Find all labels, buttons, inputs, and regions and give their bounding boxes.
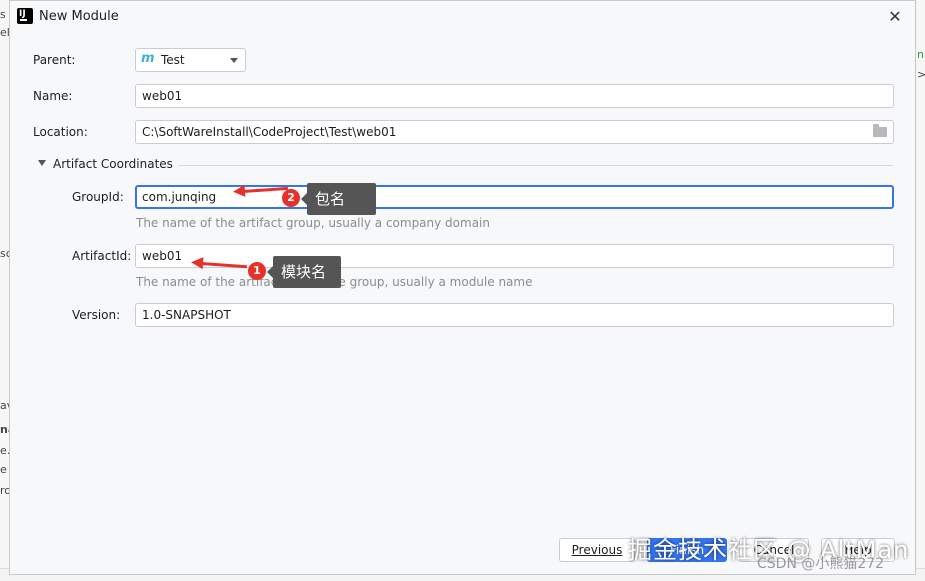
annotation-badge-2: 2: [282, 189, 300, 207]
groupid-label: GroupId:: [72, 190, 124, 204]
annotation-callout-1: 模块名: [267, 256, 341, 288]
artifactid-input[interactable]: web01: [135, 244, 894, 268]
chevron-down-icon: [230, 58, 238, 63]
location-label: Location:: [33, 125, 88, 139]
section-title[interactable]: Artifact Coordinates: [53, 157, 173, 171]
parent-label: Parent:: [33, 53, 76, 67]
version-label: Version:: [72, 308, 121, 322]
bg-text-fragment: s: [0, 8, 6, 21]
previous-button[interactable]: Previous: [559, 538, 635, 562]
version-input[interactable]: 1.0-SNAPSHOT: [135, 303, 894, 327]
bg-text-fragment: n: [917, 48, 924, 61]
artifactid-label: ArtifactId:: [72, 249, 132, 263]
parent-select[interactable]: m Test: [135, 48, 246, 72]
intellij-icon: IJ: [17, 8, 33, 24]
close-icon[interactable]: ✕: [884, 6, 906, 28]
dialog-titlebar: IJ New Module ✕: [10, 1, 915, 33]
parent-value: Test: [161, 53, 185, 67]
section-divider: [178, 165, 893, 166]
groupid-hint: The name of the artifact group, usually …: [136, 216, 490, 230]
name-input[interactable]: web01: [135, 84, 894, 108]
name-label: Name:: [33, 89, 73, 103]
background-ide-right-panel: n >: [917, 0, 925, 580]
bg-text-fragment: e: [0, 463, 7, 476]
location-input[interactable]: C:\SoftWareInstall\CodeProject\Test\web0…: [135, 120, 894, 144]
previous-label: Previous: [571, 543, 623, 557]
folder-icon[interactable]: [873, 124, 887, 137]
watermark-sub: CSDN @小熊猫272: [757, 556, 885, 572]
collapse-arrow-icon[interactable]: [38, 160, 46, 166]
bg-text-fragment: >: [917, 68, 925, 81]
dialog-title: New Module: [39, 9, 119, 24]
annotation-badge-1: 1: [248, 262, 266, 280]
new-module-dialog: IJ New Module ✕ Parent: m Test Name: web…: [9, 0, 916, 575]
maven-module-icon: m: [141, 51, 155, 66]
annotation-callout-2: 包名: [301, 183, 376, 215]
location-value: C:\SoftWareInstall\CodeProject\Test\web0…: [142, 125, 397, 139]
